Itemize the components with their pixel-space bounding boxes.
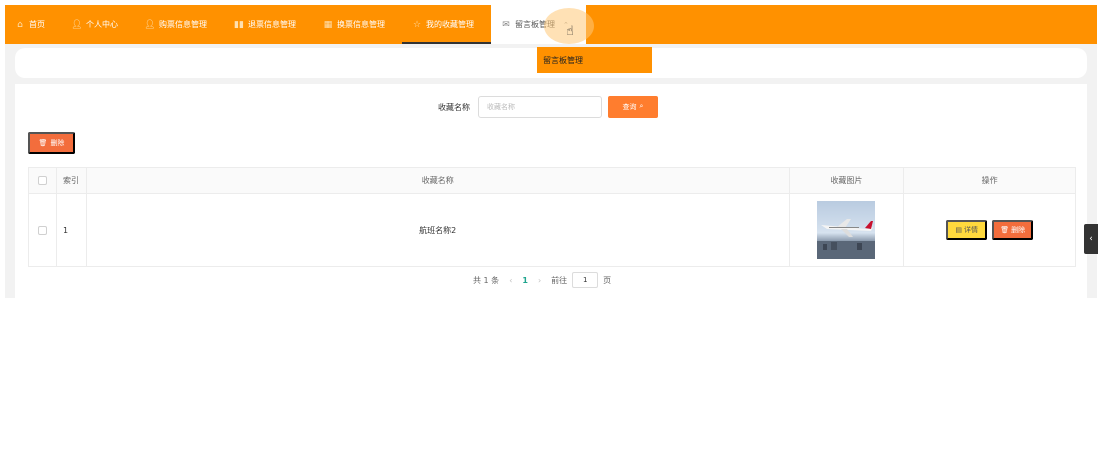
row-delete-button[interactable]: 🗑︎ 删除 <box>992 220 1034 240</box>
top-navigation: ⌂ 首页 👤︎ 个人中心 👤︎ 购票信息管理 ▮▮ 退票信息管理 ▦ 换票信息管… <box>5 5 1097 44</box>
header-index: 索引 <box>57 168 87 193</box>
grid-icon: ▦ <box>323 19 333 30</box>
chevron-up-icon: ⌃ <box>563 20 569 29</box>
row-checkbox[interactable] <box>37 225 47 235</box>
detail-icon: ▤ <box>955 227 962 234</box>
nav-item-ticket-refund[interactable]: ▮▮ 退票信息管理 <box>224 5 313 44</box>
header-image: 收藏图片 <box>790 168 905 193</box>
dropdown-item-message-board[interactable]: 留言板管理 <box>537 47 652 73</box>
airplane-photo <box>817 201 876 259</box>
row-name: 航班名称2 <box>87 194 790 266</box>
message-icon: ✉ <box>502 19 510 30</box>
nav-item-personal-center[interactable]: 👤︎ 个人中心 <box>62 5 135 44</box>
user-icon: 👤︎ <box>144 19 156 30</box>
nav-item-label: 个人中心 <box>86 20 118 29</box>
detail-button[interactable]: ▤ 详情 <box>946 220 988 240</box>
table-row: 1 航班名称2 ▤ 详情 🗑︎ 删除 <box>29 194 1075 266</box>
row-image-cell <box>790 194 905 266</box>
bars-icon: ▮▮ <box>234 19 244 30</box>
nav-item-label: 退票信息管理 <box>248 20 296 29</box>
nav-item-label: 购票信息管理 <box>159 20 207 29</box>
chevron-left-icon: ‹ <box>1089 234 1093 244</box>
header-name: 收藏名称 <box>87 168 790 193</box>
pagination-total: 共 1 条 <box>473 275 500 285</box>
prev-page-button[interactable]: ‹ <box>509 276 512 285</box>
row-actions-cell: ▤ 详情 🗑︎ 删除 <box>904 194 1075 266</box>
goto-label: 前往 <box>551 275 568 285</box>
nav-item-ticket-purchase[interactable]: 👤︎ 购票信息管理 <box>135 5 224 44</box>
row-checkbox-cell <box>29 194 57 266</box>
detail-button-label: 详情 <box>963 227 978 234</box>
trash-icon: 🗑︎ <box>38 140 48 147</box>
side-collapse-tab[interactable]: ‹ <box>1084 224 1098 254</box>
user-icon: 👤︎ <box>71 19 83 30</box>
search-row: 收藏名称 查询 ⌕ <box>438 96 658 118</box>
header-checkbox-cell <box>29 168 57 193</box>
search-icon: ⌕ <box>639 103 644 110</box>
row-index: 1 <box>57 194 87 266</box>
next-page-button[interactable]: › <box>538 276 541 285</box>
nav-item-message-board[interactable]: ✉ 留言板管理 ⌃ <box>491 5 586 44</box>
search-button-label: 查询 <box>622 104 637 111</box>
search-button[interactable]: 查询 ⌕ <box>608 96 658 118</box>
page-number-current[interactable]: 1 <box>522 276 528 285</box>
pagination: 共 1 条 ‹ 1 › 前往 页 <box>473 272 611 288</box>
nav-item-label: 首页 <box>29 20 45 29</box>
select-all-checkbox[interactable] <box>37 176 47 185</box>
row-delete-button-label: 删除 <box>1011 227 1026 234</box>
page-suffix: 页 <box>603 275 612 285</box>
search-input[interactable] <box>478 96 602 118</box>
batch-delete-button[interactable]: 🗑︎ 删除 <box>28 132 75 154</box>
delete-button-label: 删除 <box>50 140 65 147</box>
nav-item-home[interactable]: ⌂ 首页 <box>5 5 62 44</box>
search-label: 收藏名称 <box>438 102 470 112</box>
home-icon: ⌂ <box>17 19 23 30</box>
nav-item-label: 我的收藏管理 <box>426 20 474 29</box>
nav-item-label: 换票信息管理 <box>337 20 385 29</box>
favorites-table: 索引 收藏名称 收藏图片 操作 1 航班名称2 ▤ 详情 🗑︎ 删除 <box>28 167 1076 267</box>
goto-page: 前往 页 <box>551 272 611 288</box>
nav-item-my-favorites[interactable]: ☆ 我的收藏管理 <box>402 5 491 44</box>
header-actions: 操作 <box>981 176 998 185</box>
star-icon: ☆ <box>412 19 422 30</box>
trash-icon: 🗑︎ <box>1000 227 1010 234</box>
goto-page-input[interactable] <box>572 272 599 288</box>
nav-item-ticket-exchange[interactable]: ▦ 换票信息管理 <box>313 5 402 44</box>
table-header-row: 索引 收藏名称 收藏图片 操作 <box>29 168 1075 194</box>
nav-item-label: 留言板管理 <box>515 20 555 29</box>
